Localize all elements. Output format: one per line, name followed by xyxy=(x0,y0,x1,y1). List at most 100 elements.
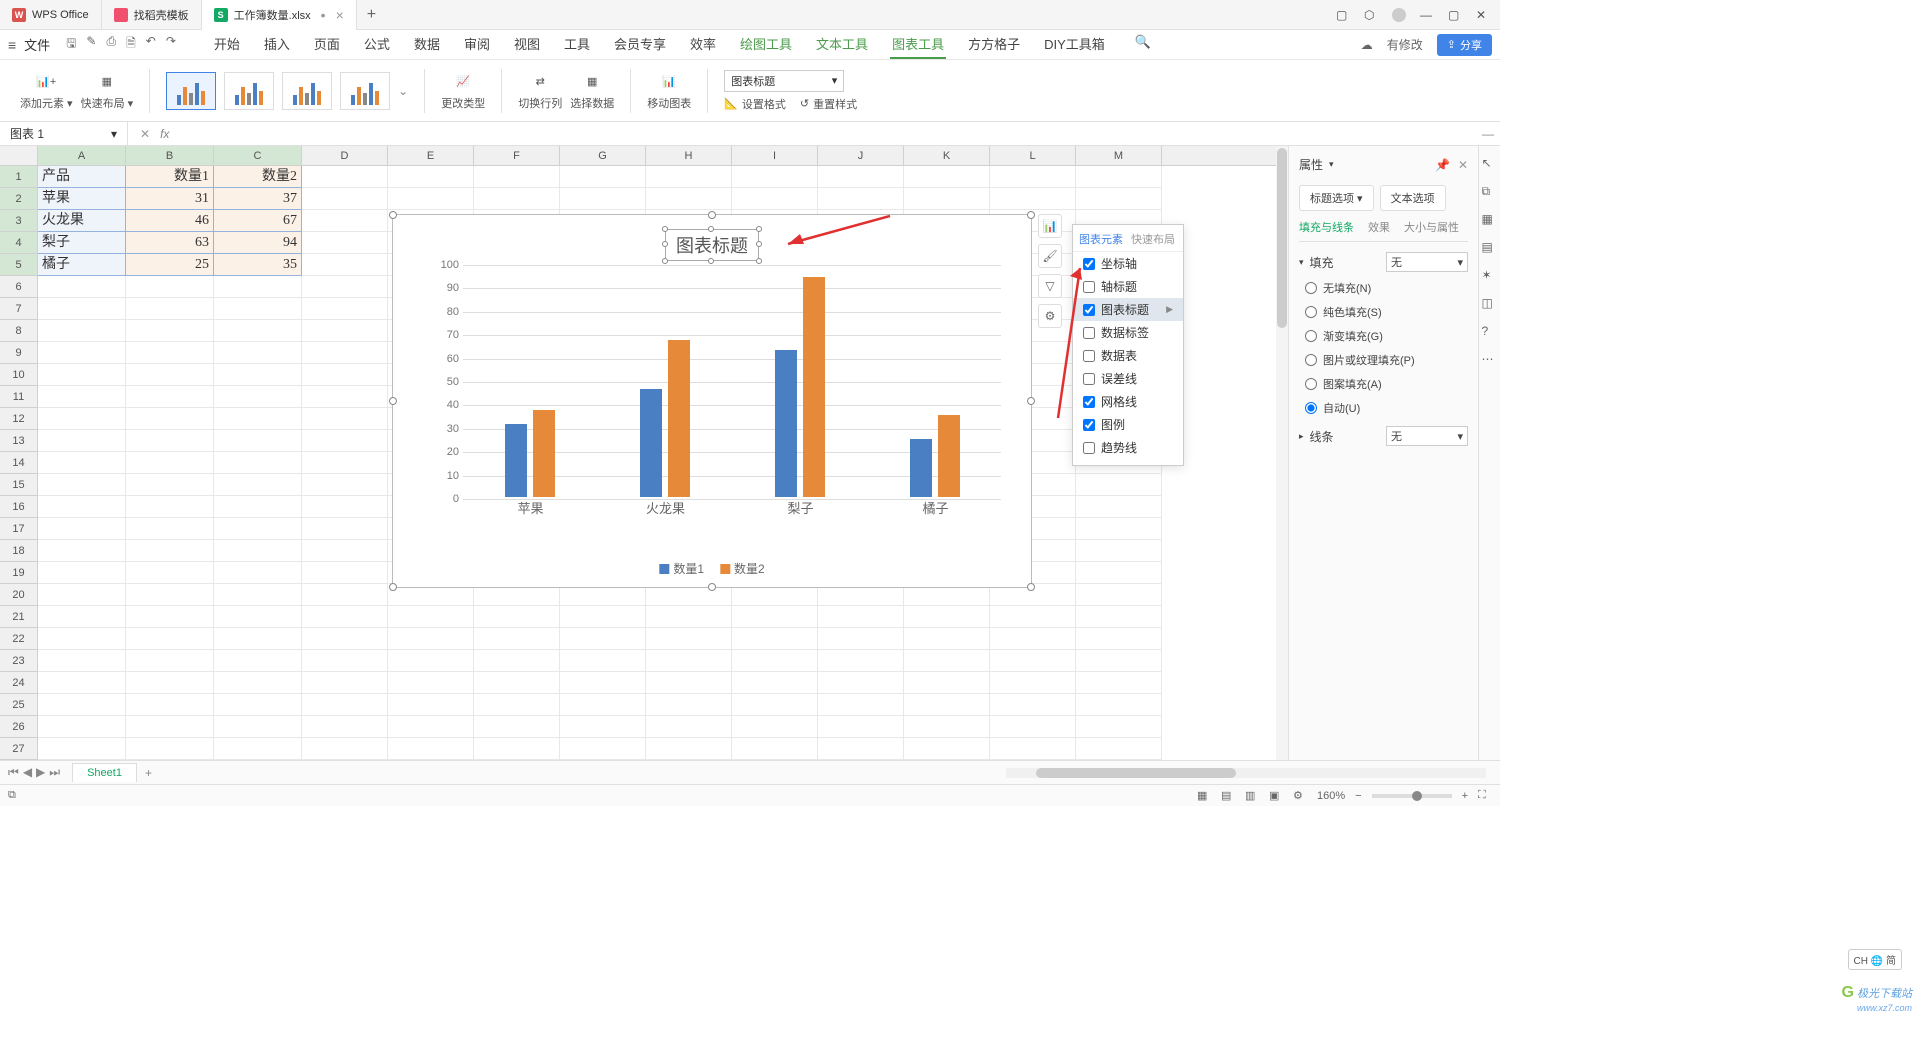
swap-rowcol-button[interactable]: ⇄ 切换行列 xyxy=(518,71,562,111)
cell[interactable] xyxy=(1076,738,1162,760)
style-icon[interactable]: ⧉ xyxy=(1482,184,1498,200)
cell[interactable] xyxy=(818,166,904,188)
cell[interactable] xyxy=(818,628,904,650)
close-icon[interactable]: × xyxy=(336,7,344,23)
popup-item-图表标题[interactable]: 图表标题▶ xyxy=(1073,298,1183,321)
bar[interactable] xyxy=(668,340,690,497)
cell[interactable] xyxy=(214,298,302,320)
row-header-13[interactable]: 13 xyxy=(0,430,38,452)
cell[interactable]: 数量2 xyxy=(214,166,302,188)
name-box[interactable]: 图表 1 ▾ xyxy=(0,122,128,145)
cell[interactable] xyxy=(126,430,214,452)
chart-style-4[interactable] xyxy=(340,72,390,110)
resize-handle[interactable] xyxy=(389,583,397,591)
popup-item-坐标轴[interactable]: 坐标轴 xyxy=(1073,252,1183,275)
cell[interactable] xyxy=(560,738,646,760)
tab-template[interactable]: 找稻壳模板 xyxy=(102,0,202,30)
cell[interactable] xyxy=(1076,628,1162,650)
col-header-F[interactable]: F xyxy=(474,146,560,165)
avatar-icon[interactable] xyxy=(1392,8,1406,22)
cell[interactable] xyxy=(302,232,388,254)
cell[interactable] xyxy=(302,694,388,716)
tab-text-tools[interactable]: 文本工具 xyxy=(814,30,870,59)
export-icon[interactable]: ✎ xyxy=(86,34,96,55)
row-header-12[interactable]: 12 xyxy=(0,408,38,430)
row-header-10[interactable]: 10 xyxy=(0,364,38,386)
cell[interactable] xyxy=(990,188,1076,210)
cell[interactable] xyxy=(126,738,214,760)
cell[interactable] xyxy=(990,166,1076,188)
reset-style-button[interactable]: ↺ 重置样式 xyxy=(800,96,857,112)
cell[interactable] xyxy=(214,562,302,584)
cell[interactable] xyxy=(126,452,214,474)
row-header-3[interactable]: 3 xyxy=(0,210,38,232)
cell[interactable] xyxy=(1076,166,1162,188)
chart-styles-icon[interactable]: 🖌 xyxy=(1038,244,1062,268)
chart-settings-icon[interactable]: ⚙ xyxy=(1038,304,1062,328)
cell[interactable] xyxy=(38,386,126,408)
row-header-4[interactable]: 4 xyxy=(0,232,38,254)
checkbox[interactable] xyxy=(1083,258,1095,270)
cell[interactable] xyxy=(38,738,126,760)
popup-tab-layouts[interactable]: 快速布局 xyxy=(1131,231,1175,247)
cell[interactable] xyxy=(732,694,818,716)
cell[interactable] xyxy=(560,166,646,188)
cell[interactable] xyxy=(38,606,126,628)
cell[interactable] xyxy=(302,342,388,364)
cell[interactable]: 橘子 xyxy=(38,254,126,276)
minimize-icon[interactable]: — xyxy=(1420,8,1434,22)
file-menu[interactable]: 文件 xyxy=(24,35,50,54)
cell[interactable] xyxy=(1076,694,1162,716)
chart-element-dropdown[interactable]: 图表标题 ▾ xyxy=(724,70,844,92)
last-icon[interactable]: ⏭ xyxy=(49,765,60,780)
view-reading-icon[interactable]: ▣ xyxy=(1269,789,1283,803)
row-header-11[interactable]: 11 xyxy=(0,386,38,408)
save-icon[interactable]: 🖫 xyxy=(66,34,76,55)
more-icon[interactable]: ⋯ xyxy=(1482,352,1498,368)
cell[interactable] xyxy=(302,254,388,276)
cell[interactable] xyxy=(302,298,388,320)
cell[interactable] xyxy=(474,650,560,672)
row-header-1[interactable]: 1 xyxy=(0,166,38,188)
tab-chart-tools[interactable]: 图表工具 xyxy=(890,30,946,59)
row-header-2[interactable]: 2 xyxy=(0,188,38,210)
cell[interactable] xyxy=(214,342,302,364)
sec-tab-size[interactable]: 大小与属性 xyxy=(1404,219,1459,235)
horizontal-scrollbar[interactable] xyxy=(1006,768,1486,778)
cell[interactable] xyxy=(646,166,732,188)
title-handle[interactable] xyxy=(756,241,762,247)
bar[interactable] xyxy=(533,410,555,497)
col-header-E[interactable]: E xyxy=(388,146,474,165)
cell[interactable]: 梨子 xyxy=(38,232,126,254)
cell[interactable]: 94 xyxy=(214,232,302,254)
cell[interactable] xyxy=(126,694,214,716)
cell[interactable] xyxy=(904,606,990,628)
cell[interactable] xyxy=(818,694,904,716)
resize-handle[interactable] xyxy=(389,211,397,219)
fill-option[interactable]: 图片或纹理填充(P) xyxy=(1305,352,1468,368)
prev-icon[interactable]: ◀ xyxy=(23,765,32,780)
chevron-icon[interactable]: ▾ xyxy=(1299,257,1304,268)
tab-workbook[interactable]: S 工作簿数量.xlsx • × xyxy=(202,0,357,30)
radio[interactable] xyxy=(1305,402,1317,414)
row-header-21[interactable]: 21 xyxy=(0,606,38,628)
tab-formula[interactable]: 公式 xyxy=(362,30,392,59)
checkbox[interactable] xyxy=(1083,304,1095,316)
cell[interactable] xyxy=(302,518,388,540)
popup-item-误差线[interactable]: 误差线 xyxy=(1073,367,1183,390)
cell[interactable] xyxy=(38,650,126,672)
cell[interactable] xyxy=(126,606,214,628)
popup-tab-elements[interactable]: 图表元素 xyxy=(1079,231,1123,247)
cell[interactable] xyxy=(732,738,818,760)
radio[interactable] xyxy=(1305,330,1317,342)
sec-tab-effects[interactable]: 效果 xyxy=(1368,219,1390,235)
popup-item-图例[interactable]: 图例 xyxy=(1073,413,1183,436)
row-header-14[interactable]: 14 xyxy=(0,452,38,474)
close-window-icon[interactable]: ✕ xyxy=(1476,8,1490,22)
popup-item-趋势线[interactable]: 趋势线 xyxy=(1073,436,1183,459)
cell[interactable] xyxy=(126,320,214,342)
popup-item-轴标题[interactable]: 轴标题 xyxy=(1073,275,1183,298)
tab-review[interactable]: 审阅 xyxy=(462,30,492,59)
fill-option[interactable]: 自动(U) xyxy=(1305,400,1468,416)
col-header-A[interactable]: A xyxy=(38,146,126,165)
